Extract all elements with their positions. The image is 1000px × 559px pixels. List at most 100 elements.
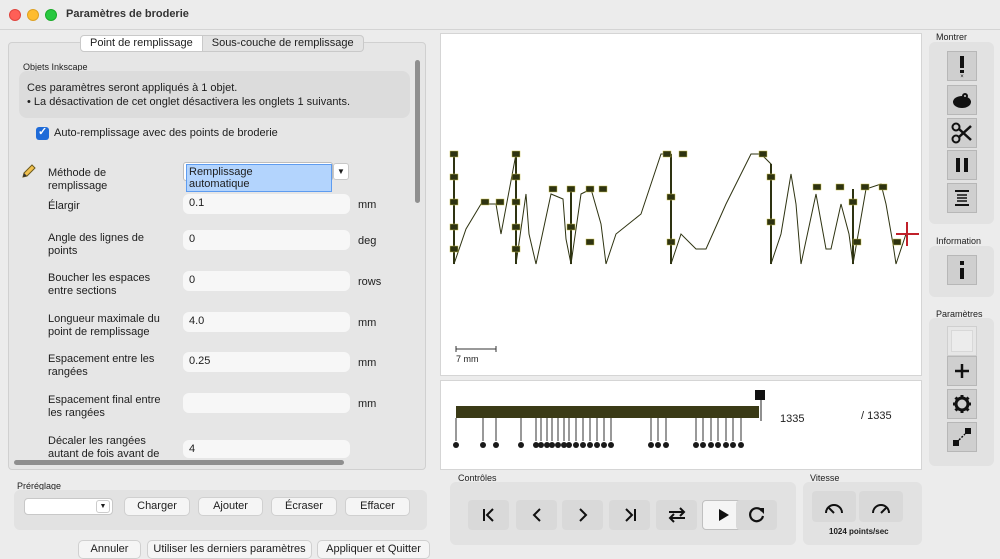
load-button[interactable]: Charger xyxy=(124,497,190,516)
autofill-label: Auto-remplissage avec des points de brod… xyxy=(54,127,278,139)
chevron-right-icon xyxy=(578,508,587,522)
zoom-in-button[interactable] xyxy=(947,356,977,386)
overwrite-button[interactable]: Écraser xyxy=(271,497,337,516)
warning-icon: × xyxy=(960,56,964,78)
blank-toggle-button[interactable] xyxy=(947,326,977,356)
timeline-chart xyxy=(453,390,765,448)
direction-toggle-button[interactable] xyxy=(656,500,697,530)
apply-and-quit-button[interactable]: Appliquer et Quitter xyxy=(317,540,430,559)
speed-value: 1024 points/sec xyxy=(829,527,889,536)
refresh-icon xyxy=(748,507,764,523)
autofill-checkbox[interactable] xyxy=(36,125,49,140)
info-line-2: • La désactivation de cet onglet désacti… xyxy=(27,96,351,108)
settings-button[interactable] xyxy=(947,389,977,419)
swap-icon xyxy=(668,507,685,523)
param-input[interactable]: 0 xyxy=(183,271,350,291)
play-icon xyxy=(718,509,729,521)
skip-start-icon xyxy=(482,508,494,522)
step-back-button[interactable] xyxy=(516,500,557,530)
scale-bar xyxy=(455,346,497,352)
param-unit: mm xyxy=(358,317,377,329)
param-unit: deg xyxy=(358,235,377,247)
minimize-window-button[interactable] xyxy=(27,9,39,21)
param-label: Décaler les rangées autant de fois avant… xyxy=(48,435,160,457)
delete-button[interactable]: Effacer xyxy=(345,497,410,516)
information-label: Information xyxy=(936,236,982,246)
param-input[interactable]: 4 xyxy=(183,440,350,458)
skip-end-icon xyxy=(624,508,636,522)
current-stitch: 1335 xyxy=(780,413,805,425)
chevron-left-icon xyxy=(532,508,541,522)
skip-to-start-button[interactable] xyxy=(468,500,509,530)
param-unit: mm xyxy=(358,199,377,211)
stitch-timeline: 1335 / 1335 xyxy=(440,380,922,470)
param-input[interactable]: 4.0 xyxy=(183,312,350,332)
param-input[interactable] xyxy=(183,393,350,413)
app-window: Paramètres de broderie Point de rempliss… xyxy=(0,0,1000,559)
param-unit: rows xyxy=(358,276,382,288)
fill-method-label: Méthode de remplissage xyxy=(48,167,108,192)
param-label: Longueur maximale du point de remplissag… xyxy=(48,313,160,338)
restart-button[interactable] xyxy=(736,500,777,530)
frog-icon xyxy=(953,93,971,108)
pencil-icon xyxy=(22,164,36,178)
fill-method-select[interactable]: Remplissage automatique xyxy=(183,162,333,192)
faster-button[interactable] xyxy=(859,491,903,522)
param-label: Espacement entre les rangées xyxy=(48,353,155,378)
svg-text:×: × xyxy=(960,74,964,78)
add-button[interactable]: Ajouter xyxy=(198,497,263,516)
settings-tabs: Point de remplissage Sous-couche de remp… xyxy=(80,35,364,52)
param-input[interactable]: 0.25 xyxy=(183,352,350,372)
chevron-down-icon[interactable]: ▼ xyxy=(333,163,349,180)
scale-label: 7 mm xyxy=(456,354,479,364)
show-color-changes-button[interactable] xyxy=(947,183,977,213)
total-stitches: / 1335 xyxy=(861,410,892,422)
param-input[interactable]: 0 xyxy=(183,230,350,250)
gear-icon xyxy=(953,395,971,413)
pause-icon xyxy=(956,158,968,172)
param-label: Boucher les espaces entre sections xyxy=(48,272,151,297)
slow-gauge-icon xyxy=(825,503,843,514)
fast-gauge-icon xyxy=(872,503,890,514)
window-title: Paramètres de broderie xyxy=(66,8,189,20)
show-label: Montrer xyxy=(936,32,968,42)
zoom-window-button[interactable] xyxy=(45,9,57,21)
tab-fill-underlay[interactable]: Sous-couche de remplissage xyxy=(202,35,364,52)
horizontal-scrollbar[interactable] xyxy=(14,460,344,465)
param-label: Espacement final entre les rangées xyxy=(48,394,161,419)
jump-icon xyxy=(953,428,971,446)
tab-fill-stitch[interactable]: Point de remplissage xyxy=(80,35,203,52)
param-unit: mm xyxy=(358,398,377,410)
preset-select[interactable]: ▼ xyxy=(24,498,113,515)
jump-stitch-button[interactable] xyxy=(947,422,977,452)
timeline-handle xyxy=(755,390,765,400)
show-errors-button[interactable]: × xyxy=(947,51,977,81)
chevron-down-icon[interactable]: ▼ xyxy=(96,500,110,513)
title-bar: Paramètres de broderie xyxy=(0,0,1000,30)
close-window-button[interactable] xyxy=(9,9,21,21)
stitch-preview xyxy=(449,150,919,352)
info-box: Ces paramètres seront appliqués à 1 obje… xyxy=(19,71,410,118)
cancel-button[interactable]: Annuler xyxy=(78,540,141,559)
param-unit: mm xyxy=(358,357,377,369)
stitch-preview-canvas[interactable]: 7 mm xyxy=(440,33,922,376)
skip-to-end-button[interactable] xyxy=(609,500,650,530)
use-last-settings-button[interactable]: Utiliser les derniers paramètres xyxy=(147,540,312,559)
info-button[interactable] xyxy=(947,255,977,285)
show-stops-button[interactable] xyxy=(947,150,977,180)
blank-square-icon xyxy=(951,330,973,352)
vertical-scrollbar[interactable] xyxy=(415,60,420,203)
show-frog-button[interactable] xyxy=(947,85,977,115)
show-trims-button[interactable] xyxy=(947,118,977,148)
param-input[interactable]: 0.1 xyxy=(183,194,350,214)
scissors-icon xyxy=(951,122,972,144)
fill-method-value: Remplissage automatique xyxy=(186,164,332,192)
info-icon xyxy=(960,261,964,279)
param-label: Angle des lignes de points xyxy=(48,232,145,257)
slower-button[interactable] xyxy=(812,491,856,522)
step-forward-button[interactable] xyxy=(562,500,603,530)
spool-icon xyxy=(955,190,969,206)
info-line-1: Ces paramètres seront appliqués à 1 obje… xyxy=(27,82,238,94)
plus-icon xyxy=(955,364,969,378)
param-label: Élargir xyxy=(48,200,80,212)
